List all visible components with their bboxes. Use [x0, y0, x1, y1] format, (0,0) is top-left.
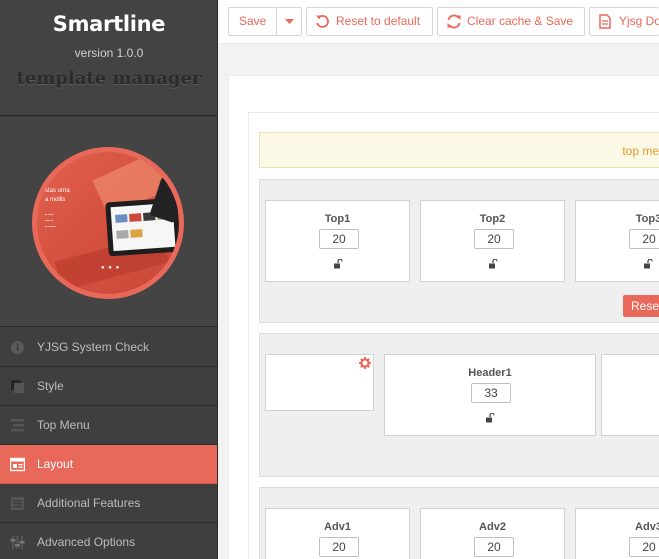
preview-text-2: a mollis [45, 197, 66, 203]
brand-header: Smartline version 1.0.0 template manager [0, 0, 217, 116]
card-name: Header1 [468, 367, 512, 379]
features-icon [11, 497, 24, 510]
notice-text: top me [622, 144, 659, 158]
gear-icon[interactable] [359, 357, 371, 369]
card-name: Top2 [479, 213, 506, 225]
empty-module-slot[interactable] [265, 354, 374, 411]
nav-label: Style [37, 379, 64, 393]
module-card-top2[interactable]: Top2 20 [420, 200, 565, 282]
nav-item-additional-features[interactable]: Additional Features [0, 484, 217, 523]
caret-down-icon [285, 19, 294, 24]
nav-label: Advanced Options [37, 535, 136, 549]
clear-cache-save-label: Clear cache & Save [467, 14, 574, 28]
menu-icon [11, 419, 24, 432]
nav-item-advanced-options[interactable]: Advanced Options [0, 523, 217, 559]
clear-cache-save-button[interactable]: Clear cache & Save [437, 7, 585, 36]
module-card-top3[interactable]: Top3 20 [575, 200, 659, 282]
card-name: Top1 [324, 213, 351, 225]
layout-icon [10, 457, 25, 472]
save-label: Save [239, 14, 267, 28]
nav-label: Additional Features [37, 496, 141, 510]
card-name: Adv2 [479, 521, 506, 533]
style-icon [11, 380, 24, 393]
unlock-icon[interactable] [643, 259, 653, 269]
save-button[interactable]: Save [228, 7, 277, 36]
yjsg-docs-label: Yjsg Do [619, 14, 659, 28]
reset-to-default-button[interactable]: Reset to default [306, 7, 433, 36]
module-card-adv1[interactable]: Adv1 20 [265, 508, 410, 559]
module-card-adv2[interactable]: Adv2 20 [420, 508, 565, 559]
nav-label: Layout [37, 457, 74, 471]
module-card-header2[interactable] [601, 354, 659, 436]
width-input[interactable]: 20 [474, 537, 514, 557]
sidebar-nav: YJSG System Check Style Top Menu Layout [0, 328, 217, 559]
card-name: Adv3 [635, 521, 659, 533]
preview-text-1: stas urna [45, 188, 70, 194]
module-card-header1[interactable]: Header1 33 [384, 354, 596, 436]
card-name: Adv1 [324, 521, 351, 533]
width-input[interactable]: 20 [629, 229, 659, 249]
width-input[interactable]: 20 [319, 229, 359, 249]
template-preview-area: stas urna a mollis ━ ━━ ━━ ━ ━ ━━━ ● ● ● [0, 117, 217, 327]
refresh-icon [447, 14, 461, 29]
width-input[interactable]: 20 [474, 229, 514, 249]
nav-item-yjsg-system-check[interactable]: YJSG System Check [0, 328, 217, 367]
width-input[interactable]: 20 [319, 537, 359, 557]
brand-title: Smartline [52, 12, 166, 36]
nav-item-style[interactable]: Style [0, 367, 217, 406]
yjsg-docs-button[interactable]: Yjsg Do [589, 7, 659, 36]
brand-subtitle: template manager [16, 68, 202, 89]
reset-to-default-label: Reset to default [336, 14, 421, 28]
unlock-icon[interactable] [485, 413, 495, 423]
nav-label: Top Menu [37, 418, 90, 432]
brand-version: version 1.0.0 [74, 46, 144, 60]
sliders-icon [10, 536, 25, 549]
info-icon [11, 341, 24, 354]
unlock-icon[interactable] [333, 259, 343, 269]
sidebar: Smartline version 1.0.0 template manager… [0, 0, 218, 559]
unlock-icon[interactable] [488, 259, 498, 269]
undo-icon [316, 15, 329, 28]
card-name: Top3 [635, 213, 659, 225]
width-input[interactable]: 20 [629, 537, 659, 557]
template-preview-image: stas urna a mollis ━ ━━ ━━ ━ ━ ━━━ ● ● ● [32, 147, 184, 299]
position-notice: top me [259, 132, 659, 168]
module-card-adv3[interactable]: Adv3 20 [575, 508, 659, 559]
nav-item-layout[interactable]: Layout [0, 445, 217, 484]
width-input[interactable]: 33 [471, 383, 511, 403]
document-icon [599, 14, 611, 29]
nav-label: YJSG System Check [37, 340, 150, 354]
nav-item-top-menu[interactable]: Top Menu [0, 406, 217, 445]
reset-row-label: Rese [631, 299, 659, 313]
save-dropdown-button[interactable] [276, 7, 302, 36]
module-card-top1[interactable]: Top1 20 [265, 200, 410, 282]
reset-row-button[interactable]: Rese [623, 295, 659, 317]
